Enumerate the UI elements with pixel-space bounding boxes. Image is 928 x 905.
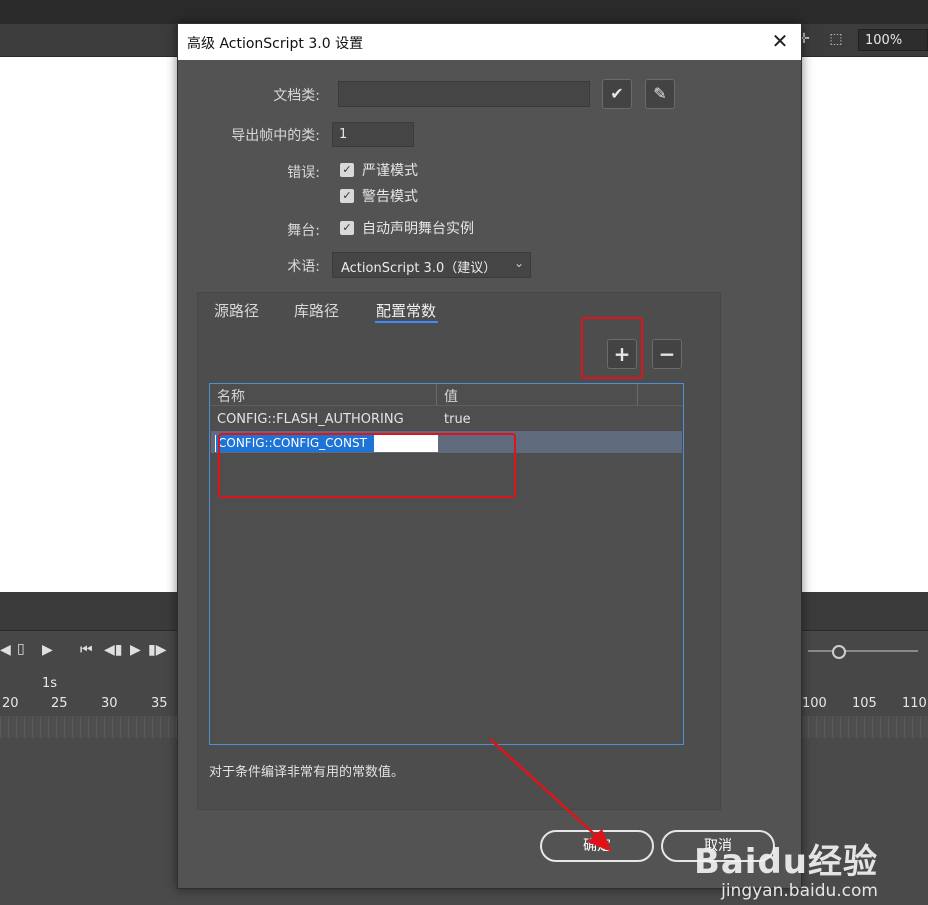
baidu-watermark-logo: Baidu经验	[693, 842, 878, 882]
table-header: 名称 值	[210, 384, 683, 406]
active-tab-indicator	[375, 321, 438, 323]
step-back-icon[interactable]: ◀	[0, 642, 11, 658]
close-icon[interactable]: ✕	[769, 30, 791, 52]
tab-config-constants[interactable]: 配置常数	[376, 300, 436, 321]
warnings-mode-checkbox[interactable]: ✓	[340, 189, 354, 203]
prev-frame-icon[interactable]: ◀▮	[104, 642, 122, 658]
ruler-tick: 35	[151, 696, 168, 711]
chevron-down-icon: ⌄	[513, 256, 524, 270]
add-button-highlight	[581, 317, 643, 379]
export-frame-label: 导出帧中的类:	[231, 128, 320, 144]
strict-mode-label: 严谨模式	[362, 163, 418, 179]
column-value-header[interactable]: 值	[444, 386, 458, 406]
strict-mode-checkbox[interactable]: ✓	[340, 163, 354, 177]
check-icon[interactable]: ✔	[602, 79, 632, 109]
annotation-arrow	[489, 738, 612, 852]
next-frame-icon[interactable]: ▮▶	[148, 642, 166, 658]
export-frame-input[interactable]: 1	[332, 122, 414, 147]
zoom-field[interactable]: 100%	[858, 29, 928, 51]
ruler-tick: 105	[852, 696, 877, 711]
document-class-input[interactable]	[338, 81, 590, 107]
tab-library-path[interactable]: 库路径	[294, 300, 339, 321]
dialog-titlebar: 高级 ActionScript 3.0 设置 ✕	[178, 24, 801, 60]
clip-icon[interactable]: ⬚	[828, 31, 844, 47]
advanced-as3-settings-dialog: 高级 ActionScript 3.0 设置 ✕ 文档类: ✔ ✎ 导出帧中的类…	[177, 23, 802, 889]
column-divider	[436, 384, 437, 405]
play-small-icon[interactable]: ▶	[42, 642, 53, 658]
dialect-select[interactable]: ActionScript 3.0（建议） ⌄	[332, 252, 531, 278]
auto-declare-checkbox[interactable]: ✓	[340, 221, 354, 235]
ruler-tick: 30	[101, 696, 118, 711]
auto-declare-label: 自动声明舞台实例	[362, 221, 474, 237]
document-class-label: 文档类:	[273, 88, 320, 104]
stage-label: 舞台:	[287, 223, 320, 239]
frame-icon[interactable]: ▯	[17, 641, 25, 657]
pencil-icon[interactable]: ✎	[645, 79, 675, 109]
zoom-slider-knob[interactable]	[832, 645, 846, 659]
ruler-tick: 110	[902, 696, 927, 711]
dialect-value: ActionScript 3.0（建议）	[341, 261, 497, 276]
dialog-title: 高级 ActionScript 3.0 设置	[187, 36, 364, 52]
zoom-slider-track[interactable]	[808, 650, 918, 652]
time-label: 1s	[42, 676, 58, 691]
constant-name: CONFIG::FLASH_AUTHORING	[217, 412, 404, 427]
ruler-tick: 20	[2, 696, 19, 711]
edit-field-highlight	[218, 433, 516, 498]
constant-value: true	[444, 412, 471, 427]
column-name-header[interactable]: 名称	[217, 386, 245, 406]
app-menubar	[0, 0, 928, 24]
tab-source-path[interactable]: 源路径	[214, 300, 259, 321]
table-row[interactable]: CONFIG::FLASH_AUTHORING true	[210, 409, 683, 431]
warnings-mode-label: 警告模式	[362, 189, 418, 205]
remove-constant-button[interactable]: −	[652, 339, 682, 369]
ruler-tick: 25	[51, 696, 68, 711]
baidu-watermark-url: jingyan.baidu.com	[721, 881, 878, 901]
first-frame-icon[interactable]: ⏮	[80, 642, 93, 658]
column-divider	[637, 384, 638, 405]
dialect-label: 术语:	[287, 259, 320, 275]
errors-label: 错误:	[287, 165, 320, 181]
ruler-tick: 100	[802, 696, 827, 711]
hint-text: 对于条件编译非常有用的常数值。	[209, 765, 405, 780]
play-icon[interactable]: ▶	[130, 642, 141, 658]
